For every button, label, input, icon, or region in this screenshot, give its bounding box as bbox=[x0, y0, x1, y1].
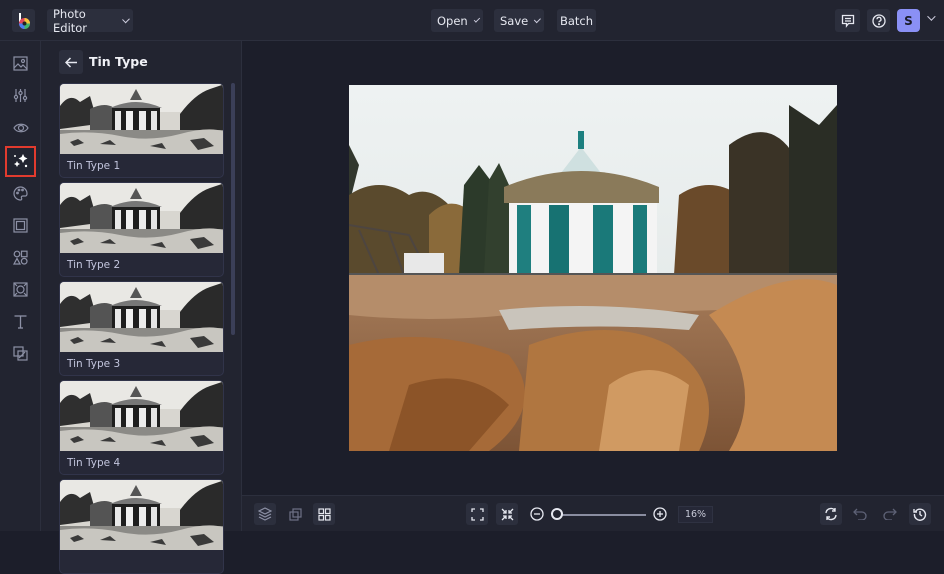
fit-to-screen-button[interactable] bbox=[466, 503, 488, 525]
effect-label: Tin Type 4 bbox=[67, 457, 121, 469]
chevron-down-icon bbox=[121, 15, 130, 24]
effect-card-tin-type-3[interactable]: Tin Type 3 bbox=[59, 281, 224, 376]
zoom-slider-track[interactable] bbox=[558, 514, 646, 516]
effect-card-tin-type-1[interactable]: Tin Type 1 bbox=[59, 83, 224, 178]
rail-item-text[interactable] bbox=[7, 308, 34, 335]
account-chevron-down-icon[interactable] bbox=[927, 12, 936, 21]
user-avatar-button[interactable]: S bbox=[897, 9, 920, 32]
history-button[interactable] bbox=[909, 503, 931, 525]
zoom-level-field[interactable]: 16% bbox=[678, 506, 713, 523]
help-icon bbox=[871, 13, 886, 28]
rail-item-textures[interactable] bbox=[7, 276, 34, 303]
panel-title: Tin Type bbox=[89, 54, 148, 69]
zoom-out-icon[interactable] bbox=[530, 507, 544, 521]
effect-label: Tin Type 2 bbox=[67, 259, 121, 271]
effect-thumbnail bbox=[60, 381, 223, 451]
photo-editor-label: Photo Editor bbox=[53, 6, 88, 35]
image-icon bbox=[13, 56, 28, 71]
app-logo-button[interactable] bbox=[12, 9, 35, 32]
rail-item-overlays[interactable] bbox=[7, 340, 34, 367]
zoom-in-icon[interactable] bbox=[653, 507, 667, 521]
open-label: Open bbox=[437, 13, 468, 28]
zoom-slider-handle[interactable] bbox=[551, 508, 564, 520]
effects-panel: Tin Type Tin Type 1 Tin Type 2 Tin Type … bbox=[41, 41, 242, 574]
befunky-logo-icon bbox=[18, 12, 30, 29]
collapse-icon bbox=[501, 508, 513, 520]
feedback-button[interactable] bbox=[835, 9, 860, 32]
undo-button[interactable] bbox=[849, 503, 871, 525]
rail-item-graphics[interactable] bbox=[7, 244, 34, 271]
rail-item-effects[interactable] bbox=[5, 146, 36, 177]
grid-view-button[interactable] bbox=[313, 503, 335, 525]
back-button[interactable] bbox=[59, 50, 83, 74]
rail-item-touch-up[interactable] bbox=[7, 114, 34, 141]
palette-icon bbox=[13, 186, 28, 201]
compare-button[interactable] bbox=[284, 503, 306, 525]
effect-card-tin-type-4[interactable]: Tin Type 4 bbox=[59, 380, 224, 475]
tool-rail bbox=[0, 41, 41, 531]
save-button[interactable]: Save bbox=[494, 9, 544, 32]
expand-icon bbox=[470, 507, 484, 521]
undo-icon bbox=[853, 508, 867, 520]
chevron-down-icon bbox=[473, 15, 481, 23]
avatar-initial: S bbox=[904, 13, 913, 28]
effect-thumbnail bbox=[60, 480, 223, 550]
effect-thumbnail bbox=[60, 183, 223, 253]
layers-button[interactable] bbox=[254, 503, 276, 525]
refresh-button[interactable] bbox=[820, 503, 842, 525]
rail-item-edit[interactable] bbox=[7, 50, 34, 77]
effect-label: Tin Type 3 bbox=[67, 358, 121, 370]
redo-icon bbox=[883, 508, 897, 520]
bottom-toolbar: 16% bbox=[242, 495, 944, 531]
texture-icon bbox=[13, 282, 28, 297]
open-button[interactable]: Open bbox=[431, 9, 483, 32]
effect-thumbnail bbox=[60, 282, 223, 352]
sparkles-icon bbox=[14, 154, 28, 168]
effect-card-tin-type-5[interactable] bbox=[59, 479, 224, 574]
rail-item-artsy[interactable] bbox=[7, 180, 34, 207]
compare-icon bbox=[288, 507, 302, 521]
history-icon bbox=[913, 508, 927, 521]
effect-card-tin-type-2[interactable]: Tin Type 2 bbox=[59, 182, 224, 277]
graphics-icon bbox=[13, 346, 28, 361]
effect-thumbnail bbox=[60, 84, 223, 154]
batch-button[interactable]: Batch bbox=[557, 9, 596, 32]
sliders-icon bbox=[13, 89, 28, 102]
batch-label: Batch bbox=[559, 13, 594, 28]
save-label: Save bbox=[500, 13, 529, 28]
shapes-icon bbox=[13, 250, 28, 265]
frame-icon bbox=[13, 218, 28, 233]
redo-button[interactable] bbox=[879, 503, 901, 525]
effect-label: Tin Type 1 bbox=[67, 160, 121, 172]
top-bar: Photo Editor Open Save Batch S bbox=[0, 0, 944, 41]
arrow-left-icon bbox=[64, 56, 77, 68]
comment-icon bbox=[841, 14, 854, 28]
rail-item-frames[interactable] bbox=[7, 212, 34, 239]
text-icon bbox=[14, 315, 27, 329]
panel-scrollbar[interactable] bbox=[231, 83, 235, 335]
grid-icon bbox=[317, 507, 331, 521]
photo-preview[interactable] bbox=[349, 85, 837, 451]
eye-icon bbox=[12, 123, 29, 132]
actual-size-button[interactable] bbox=[496, 503, 518, 525]
help-button[interactable] bbox=[867, 9, 890, 32]
rail-item-adjust[interactable] bbox=[7, 82, 34, 109]
chevron-down-icon bbox=[534, 15, 541, 23]
photo-editor-menu[interactable]: Photo Editor bbox=[47, 6, 133, 35]
layers-icon bbox=[258, 507, 272, 521]
refresh-icon bbox=[825, 507, 837, 521]
